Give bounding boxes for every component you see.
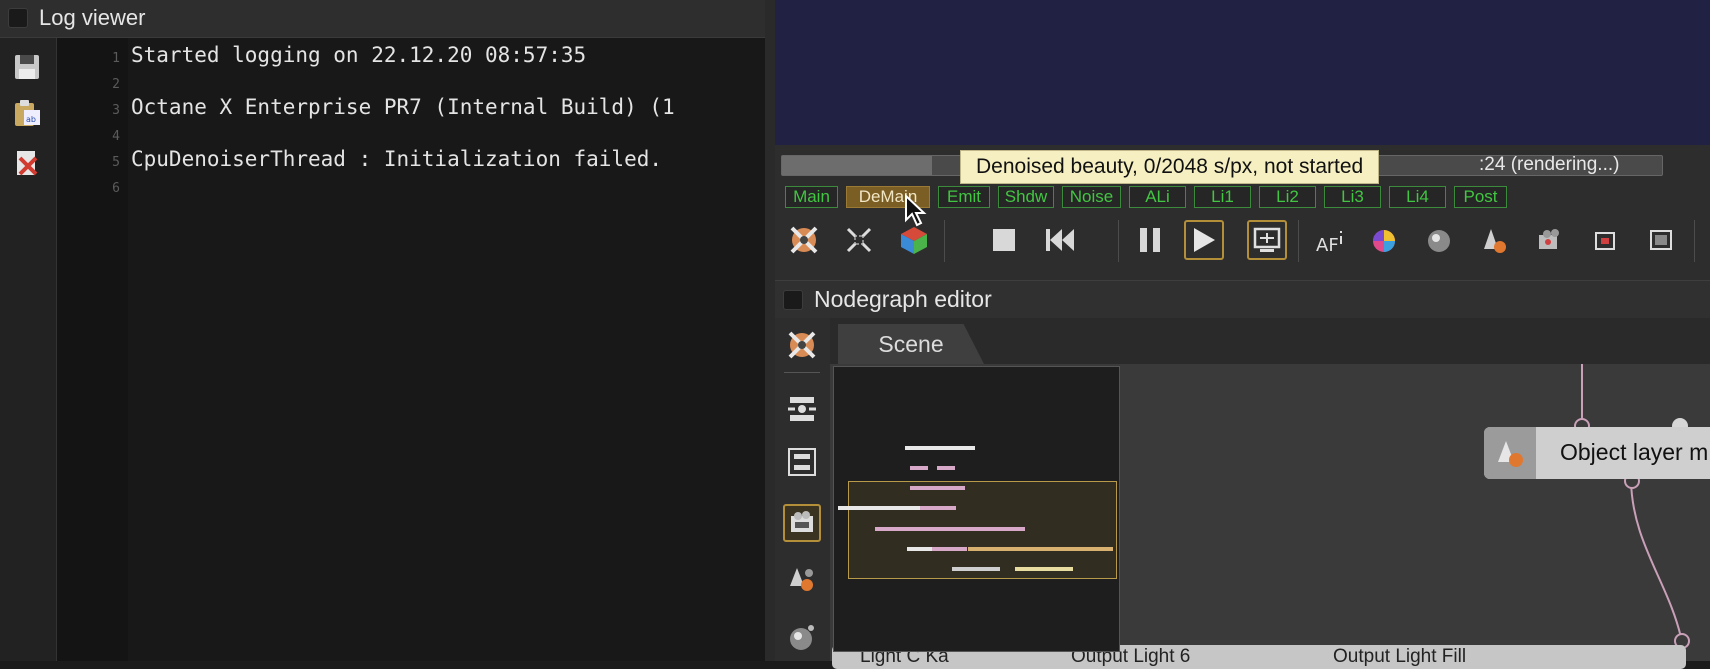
output-node[interactable]: Output Light Fill [1305, 645, 1614, 669]
pass-tab-noise[interactable]: Noise [1062, 186, 1121, 208]
render-status-text: :24 (rendering...) [1479, 154, 1620, 175]
viewport-icon[interactable] [1642, 220, 1682, 260]
toolbar-separator [1694, 220, 1695, 262]
log-viewer-titlebar: Log viewer [0, 0, 765, 38]
geometry-icon[interactable] [783, 560, 821, 598]
minimap-node [932, 547, 967, 551]
panel-title: Log viewer [39, 5, 146, 30]
minimap-node [952, 567, 1000, 571]
toolbar-separator [944, 220, 945, 262]
stop-icon[interactable] [984, 220, 1024, 260]
node-connections [1581, 364, 1683, 643]
log-sidebar: ab [0, 38, 57, 661]
line-number: 6 [112, 181, 120, 196]
pass-tab-li1[interactable]: Li1 [1194, 186, 1251, 208]
pass-tab-emit[interactable]: Emit [938, 186, 990, 208]
geometry-icon [1484, 427, 1536, 479]
object-layer-node[interactable]: Object layer m [1484, 427, 1710, 479]
tab-scene[interactable]: Scene [838, 324, 984, 364]
minimap-node [1015, 567, 1073, 571]
panel-toggle-checkbox[interactable] [783, 290, 803, 310]
render-progress-fill [782, 156, 932, 175]
toolbar-separator [1298, 220, 1299, 262]
line-number: 2 [112, 77, 120, 92]
rewind-icon[interactable] [1040, 220, 1080, 260]
minimap-node [905, 446, 975, 450]
pass-tab-shdw[interactable]: Shdw [998, 186, 1054, 208]
object-icon[interactable] [1476, 220, 1516, 260]
pass-tab-post[interactable]: Post [1454, 186, 1507, 208]
pass-tab-li4[interactable]: Li4 [1389, 186, 1446, 208]
line-number: 5 [112, 155, 120, 170]
minimap-node [920, 506, 956, 510]
log-line: Started logging on 22.12.20 08:57:35 [131, 43, 587, 67]
panel-splitter[interactable] [765, 0, 775, 661]
node-partial[interactable] [1596, 645, 1686, 669]
film-icon[interactable] [1587, 220, 1627, 260]
line-number: 4 [112, 129, 120, 144]
pause-icon[interactable] [1130, 220, 1170, 260]
render-viewport[interactable] [775, 0, 1710, 145]
log-line: CpuDenoiserThread : Initialization faile… [131, 147, 663, 171]
pass-tab-li3[interactable]: Li3 [1324, 186, 1381, 208]
nodegraph-sidebar [775, 318, 830, 661]
log-line: Octane X Enterprise PR7 (Internal Build)… [131, 95, 675, 119]
recenter-icon[interactable] [783, 326, 821, 364]
pass-tab-ali[interactable]: ALi [1129, 186, 1186, 208]
clear-log-icon[interactable] [12, 148, 42, 178]
minimap-node [838, 506, 920, 510]
render-target-icon[interactable] [783, 504, 821, 542]
minimap-node [907, 547, 932, 551]
panel-title: Nodegraph editor [814, 286, 992, 312]
recenter-icon[interactable] [784, 220, 824, 260]
color-icon[interactable] [1365, 220, 1405, 260]
minimap-node [910, 486, 965, 490]
sidebar-separator [784, 372, 820, 373]
region-icon[interactable] [1247, 220, 1287, 260]
minimap-node [968, 547, 1113, 551]
af-icon[interactable]: AF [1310, 220, 1350, 260]
group-nodes-icon[interactable] [783, 443, 821, 481]
svg-text:ab: ab [26, 115, 36, 124]
svg-text:AF: AF [1316, 235, 1339, 255]
sphere-icon[interactable] [1420, 220, 1460, 260]
log-text-area[interactable]: Started logging on 22.12.20 08:57:35 Oct… [128, 38, 765, 661]
save-icon[interactable] [12, 52, 42, 82]
play-icon[interactable] [1184, 220, 1224, 260]
panel-toggle-checkbox[interactable] [8, 8, 28, 28]
minimap-node [937, 466, 955, 470]
minimap-node [910, 466, 928, 470]
line-number: 1 [112, 51, 120, 66]
line-number-gutter: 1 2 3 4 5 6 [57, 38, 128, 661]
pass-tab-li2[interactable]: Li2 [1259, 186, 1316, 208]
pass-tab-main[interactable]: Main [785, 186, 838, 208]
fit-icon[interactable] [839, 220, 879, 260]
arrange-nodes-icon[interactable] [783, 390, 821, 428]
line-number: 3 [112, 103, 120, 118]
toolbar-separator [1118, 220, 1119, 262]
cube-icon[interactable] [894, 220, 934, 260]
minimap-node [875, 527, 1025, 531]
node-label: Object layer m [1560, 439, 1709, 465]
camera-icon[interactable] [1531, 220, 1571, 260]
material-icon[interactable] [783, 618, 821, 656]
clipboard-icon[interactable]: ab [12, 98, 42, 128]
pass-tooltip: Denoised beauty, 0/2048 s/px, not starte… [960, 150, 1380, 184]
